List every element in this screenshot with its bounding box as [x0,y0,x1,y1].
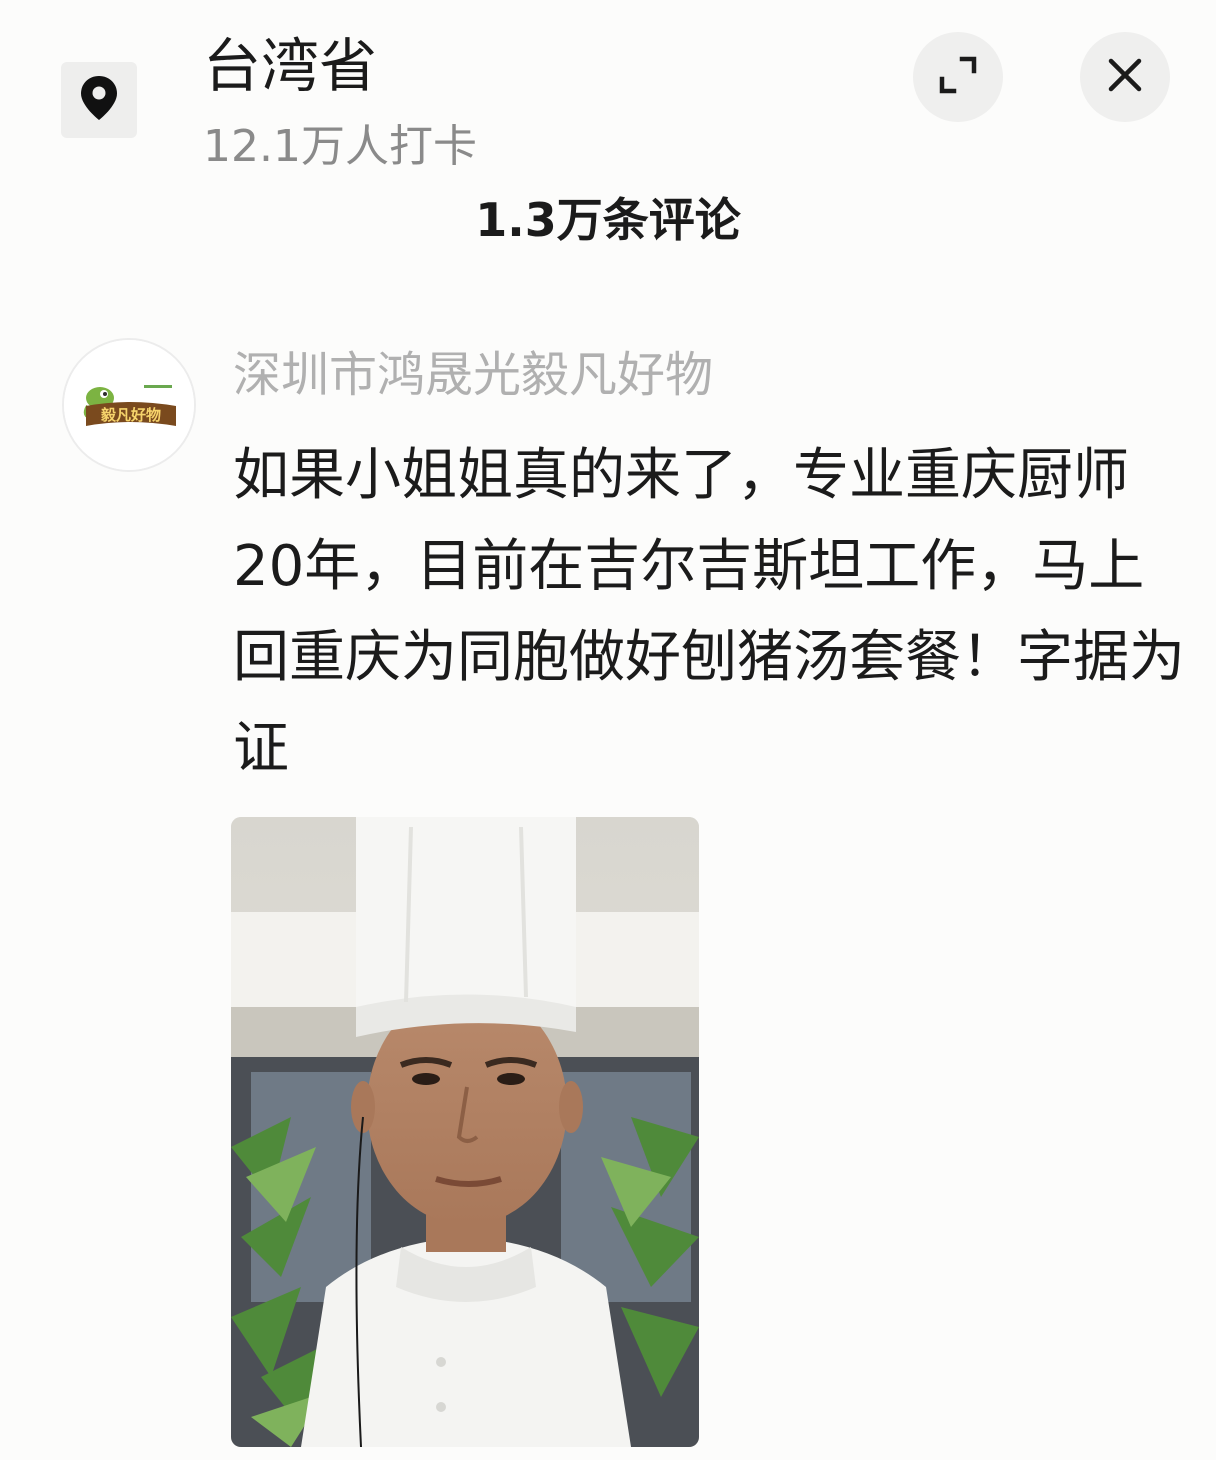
checkin-count: 12.1万人打卡 [203,121,477,172]
avatar[interactable]: 毅凡好物 [62,338,196,472]
close-icon [1107,57,1143,97]
location-badge [61,62,137,138]
comment-username[interactable]: 深圳市鸿晟光毅凡好物 [233,342,713,408]
location-pin-icon [79,74,119,126]
close-button[interactable] [1080,32,1170,122]
expand-icon [936,53,980,101]
location-header: 台湾省 12.1万人打卡 1.3万条评论 [0,0,1216,260]
expand-button[interactable] [913,32,1003,122]
svg-text:毅凡好物: 毅凡好物 [100,406,161,424]
comment-text: 如果小姐姐真的来了，专业重庆厨师20年，目前在吉尔吉斯坦工作，马上回重庆为同胞做… [233,443,1185,781]
place-title: 台湾省 [203,32,378,100]
comments-count: 1.3万条评论 [475,193,741,247]
comment-photo[interactable] [231,817,699,1447]
chef-photo [231,817,699,1447]
avatar-logo: 毅凡好物 [64,340,194,470]
